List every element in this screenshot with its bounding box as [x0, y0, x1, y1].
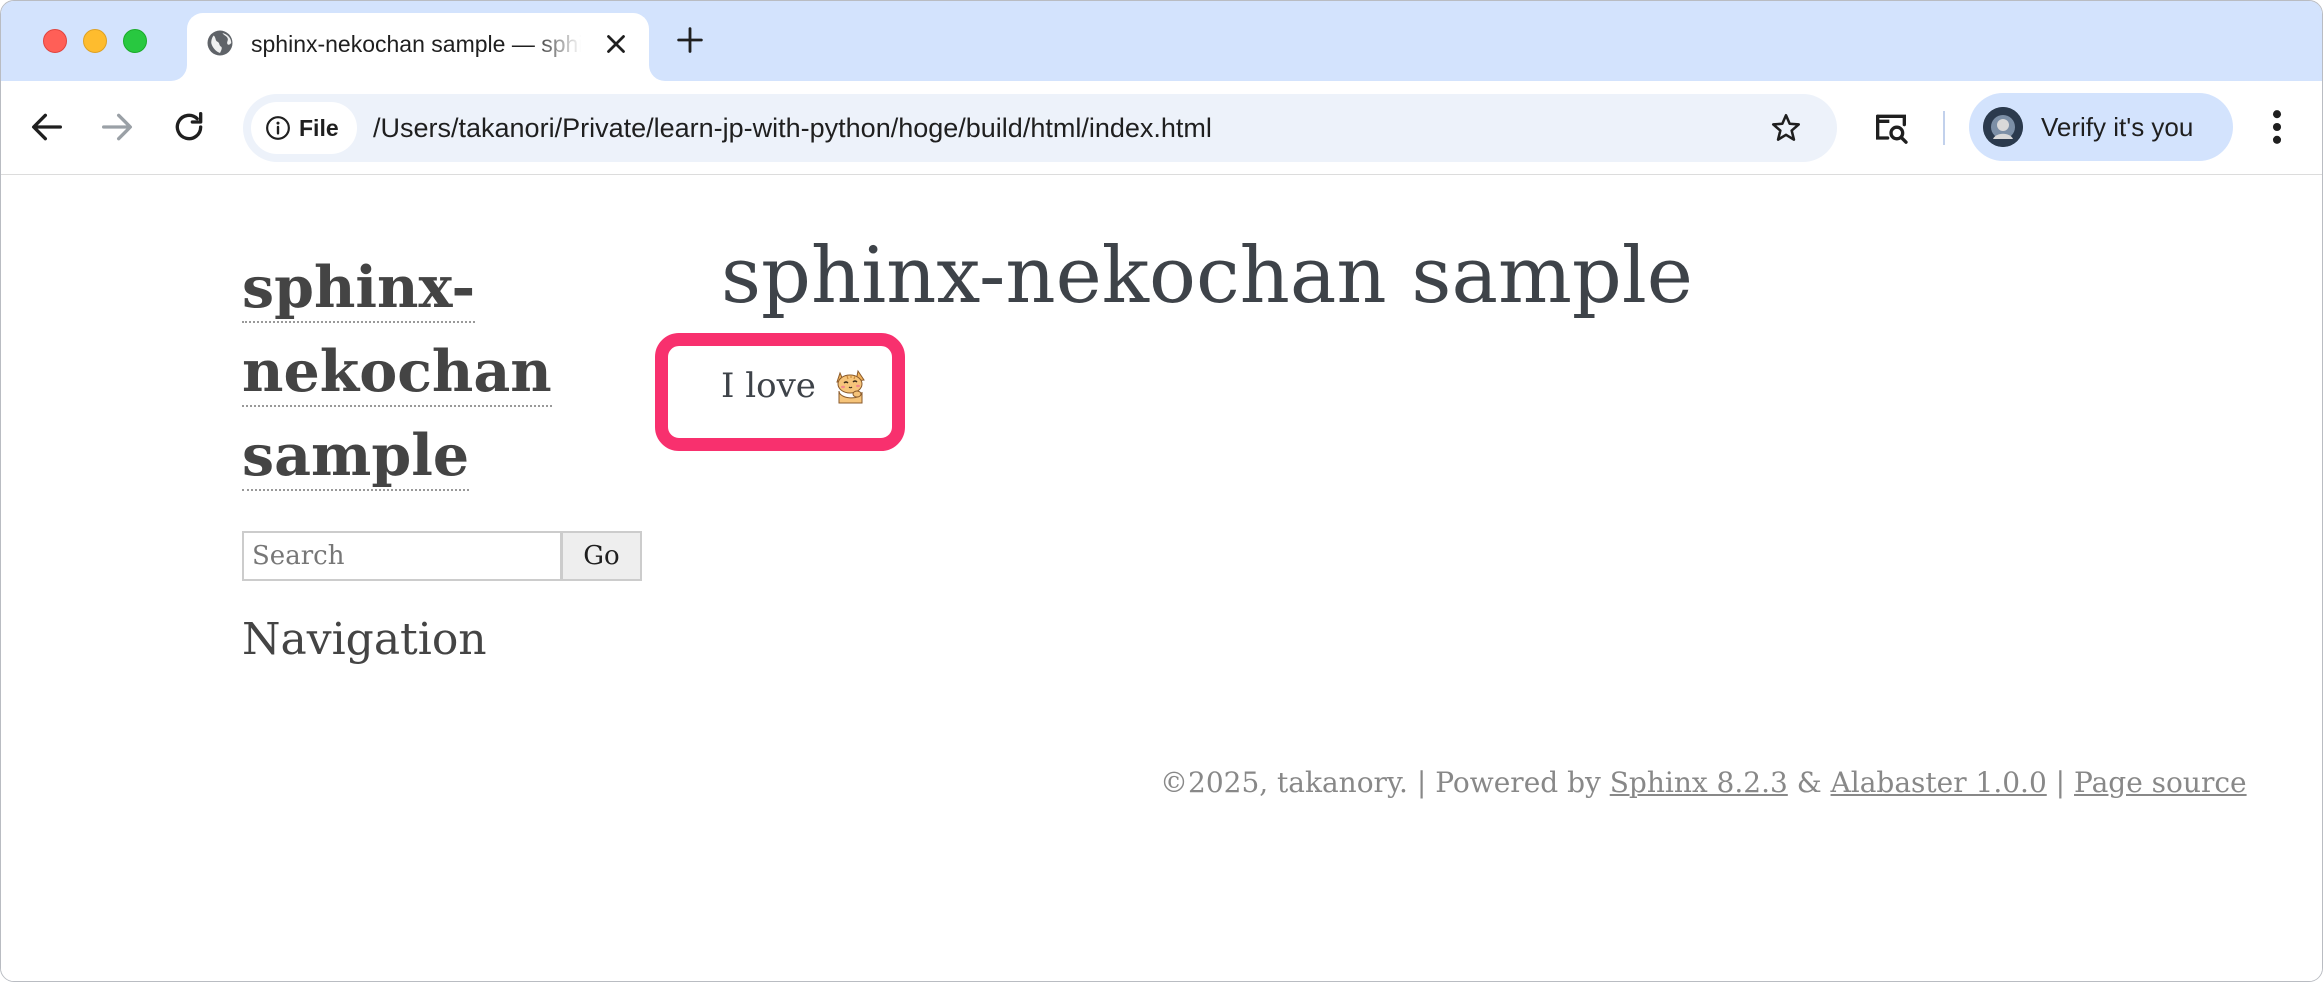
body-paragraph: I love	[721, 364, 871, 408]
new-tab-plus-icon[interactable]	[673, 23, 707, 57]
url-text[interactable]: /Users/takanori/Private/learn-jp-with-py…	[373, 94, 1212, 162]
footer-ampersand: &	[1796, 766, 1822, 799]
search-input[interactable]	[242, 531, 562, 581]
footer: ©2025, takanory. | Powered by Sphinx 8.2…	[1160, 766, 2247, 799]
footer-separator-2: |	[2055, 766, 2066, 799]
paragraph-text: I love	[721, 366, 816, 406]
navigation-heading: Navigation	[242, 614, 487, 665]
search-go-button[interactable]: Go	[561, 531, 642, 581]
toolbar-divider	[1943, 111, 1945, 145]
window-close-button[interactable]	[43, 29, 67, 53]
tab-strip: sphinx-nekochan sample — sphinx-nekochan…	[1, 1, 2322, 81]
project-logo-link[interactable]: sphinx- nekochan sample	[242, 246, 642, 498]
page-title: sphinx-nekochan sample	[721, 231, 1693, 321]
tab-active[interactable]: sphinx-nekochan sample — sphinx-nekochan…	[187, 13, 649, 81]
avatar	[1983, 107, 2023, 147]
profile-verify-label: Verify it's you	[2041, 112, 2194, 142]
info-icon	[266, 116, 290, 140]
logo-line-1: sphinx-	[242, 254, 476, 323]
bookmark-star-icon[interactable]	[1769, 111, 1803, 145]
footer-powered-by: Powered by	[1435, 766, 1601, 799]
cat-emoji-icon	[836, 369, 865, 404]
browser-window: sphinx-nekochan sample — sphinx-nekochan…	[0, 0, 2323, 982]
avatar-image-icon	[1983, 107, 2023, 147]
alabaster-link[interactable]: Alabaster 1.0.0	[1831, 766, 2047, 799]
window-minimize-button[interactable]	[83, 29, 107, 53]
close-icon[interactable]	[601, 29, 631, 59]
page-source-link[interactable]: Page source	[2074, 766, 2247, 799]
sidebar: sphinx- nekochan sample	[242, 246, 642, 498]
profile-verify-button[interactable]: Verify it's you	[1969, 93, 2233, 161]
browser-toolbar: File /Users/takanori/Private/learn-jp-wi…	[1, 81, 2322, 175]
back-arrow-icon[interactable]	[27, 107, 67, 147]
search-tab-lens-icon[interactable]	[1871, 108, 1911, 148]
page-content: sphinx- nekochan sample Go Navigation sp…	[1, 176, 2322, 981]
address-bar[interactable]: File /Users/takanori/Private/learn-jp-wi…	[243, 94, 1837, 162]
search-form: Go	[242, 531, 642, 581]
forward-arrow-icon[interactable]	[97, 107, 137, 147]
site-info-chip[interactable]: File	[251, 102, 357, 154]
footer-separator: |	[1416, 766, 1427, 799]
logo-line-3: sample	[242, 422, 470, 491]
sphinx-link[interactable]: Sphinx 8.2.3	[1610, 766, 1788, 799]
site-info-label: File	[299, 115, 339, 141]
reload-icon[interactable]	[169, 107, 209, 147]
more-menu-icon[interactable]	[2261, 105, 2293, 149]
logo-line-2: nekochan	[242, 338, 552, 407]
window-maximize-button[interactable]	[123, 29, 147, 53]
tab-title: sphinx-nekochan sample — sphinx-nekochan…	[251, 31, 581, 57]
globe-icon	[207, 30, 233, 56]
footer-copyright: ©2025, takanory.	[1160, 766, 1408, 799]
